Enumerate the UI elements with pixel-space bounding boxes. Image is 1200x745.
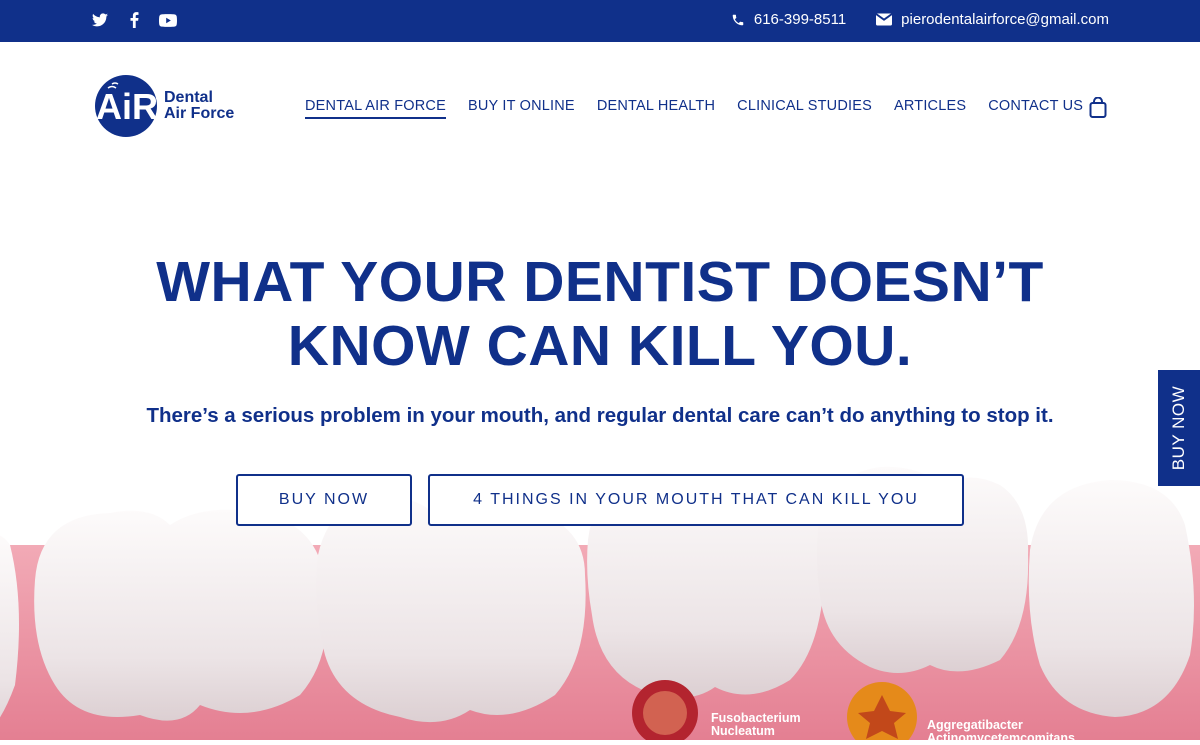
side-buy-now-tab[interactable]: BUY NOW xyxy=(1158,370,1200,486)
four-things-button[interactable]: 4 THINGS IN YOUR MOUTH THAT CAN KILL YOU xyxy=(428,474,964,526)
nav-item-contact-us[interactable]: CONTACT US xyxy=(988,98,1083,119)
logo-line2: Air Force xyxy=(164,105,235,122)
nav-item-buy-it-online[interactable]: BUY IT ONLINE xyxy=(468,98,575,119)
facebook-icon[interactable] xyxy=(125,11,143,29)
side-tab-label: BUY NOW xyxy=(1169,385,1189,471)
phone-number: 616-399-8511 xyxy=(753,11,847,28)
top-bar: 616-399-8511 pierodentalairforce@gmail.c… xyxy=(0,0,1200,42)
hero-title-line1: WHAT YOUR DENTIST DOESN’T xyxy=(156,250,1044,314)
hero-title: WHAT YOUR DENTIST DOESN’T KNOW CAN KILL … xyxy=(0,250,1200,378)
bacteria-label: Fusobacterium Nucleatum xyxy=(711,712,801,738)
nav-item-articles[interactable]: ARTICLES xyxy=(894,98,966,119)
hero-subtitle: There’s a serious problem in your mouth,… xyxy=(146,404,1054,427)
envelope-icon xyxy=(876,13,893,26)
logo[interactable]: AiR Dental Air Force xyxy=(94,74,234,138)
buy-now-button[interactable]: BUY NOW xyxy=(236,474,412,526)
shopping-bag-icon[interactable] xyxy=(1089,96,1107,124)
nav-item-dental-health[interactable]: DENTAL HEALTH xyxy=(597,98,715,119)
twitter-icon[interactable] xyxy=(91,11,109,29)
phone-link[interactable]: 616-399-8511 xyxy=(731,11,846,28)
site-header: AiR Dental Air Force DENTAL AIR FORCE BU… xyxy=(0,42,1200,172)
nav-item-clinical-studies[interactable]: CLINICAL STUDIES xyxy=(737,98,872,119)
hero-title-line2: KNOW CAN KILL YOU. xyxy=(287,314,913,378)
bacteria-label: Aggregatibacter Actinomycetemcomitans xyxy=(927,719,1075,745)
email-link[interactable]: pierodentalairforce@gmail.com xyxy=(876,11,1109,28)
logo-mark: AiR xyxy=(95,75,158,137)
main-nav: DENTAL AIR FORCE BUY IT ONLINE DENTAL HE… xyxy=(305,98,1083,119)
contact-info: 616-399-8511 pierodentalairforce@gmail.c… xyxy=(731,11,1109,28)
social-links xyxy=(91,11,177,29)
email-address: pierodentalairforce@gmail.com xyxy=(901,11,1109,28)
bacteria-name-line2: Actinomycetemcomitans xyxy=(927,731,1075,745)
phone-icon xyxy=(732,14,744,25)
nav-item-dental-air-force[interactable]: DENTAL AIR FORCE xyxy=(305,98,446,119)
bacteria-name-line2: Nucleatum xyxy=(711,724,775,738)
svg-text:AiR: AiR xyxy=(96,86,158,127)
logo-line1: Dental xyxy=(164,89,213,106)
youtube-icon[interactable] xyxy=(159,11,177,29)
